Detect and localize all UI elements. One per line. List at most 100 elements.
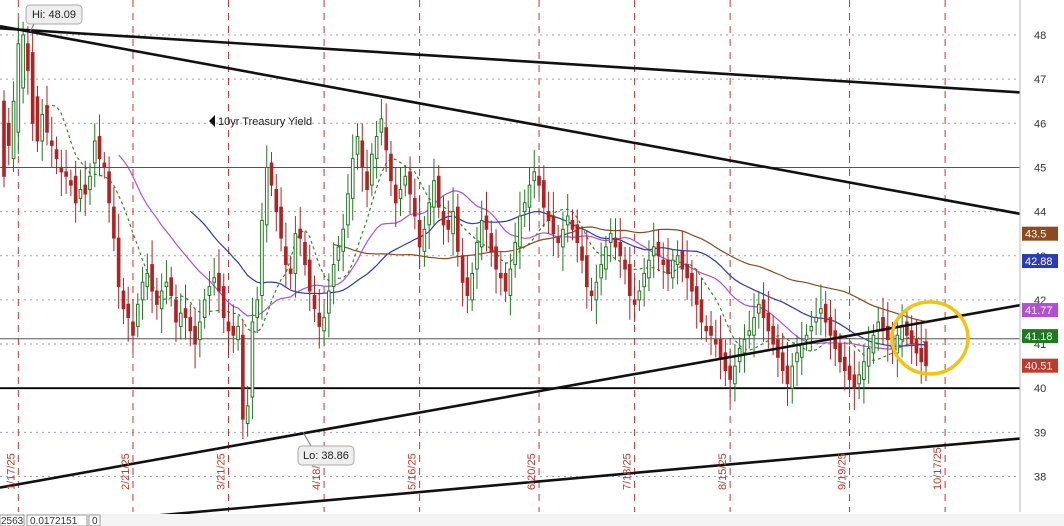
- candle-body: [690, 272, 694, 292]
- candle-body: [862, 361, 866, 380]
- status-cell-1: 2563: [1, 516, 24, 526]
- candle-body: [804, 334, 809, 341]
- candle-body: [623, 259, 627, 270]
- candle-body: [799, 343, 804, 358]
- candle-body: [64, 171, 68, 177]
- candle-body: [11, 100, 16, 160]
- y-tick-label: 39: [1034, 427, 1046, 439]
- candle-body: [924, 341, 928, 367]
- candle-body: [131, 321, 135, 336]
- x-tick-label: 7/18/25: [622, 453, 634, 490]
- candle-body: [427, 202, 431, 226]
- status-bar: 2563 0.0172151 0: [0, 514, 1064, 526]
- candle-body: [97, 136, 102, 160]
- candle-body: [871, 334, 876, 354]
- candle-body: [155, 290, 159, 305]
- candle-body: [183, 308, 188, 319]
- candle-body: [327, 290, 331, 314]
- candle-body: [45, 105, 49, 133]
- candle-body: [656, 242, 661, 257]
- candle-body: [613, 237, 618, 248]
- candle-body: [212, 277, 217, 283]
- candle-body: [580, 246, 584, 261]
- candle-body: [350, 158, 355, 199]
- candle-body: [842, 356, 847, 372]
- candle-body: [312, 294, 317, 310]
- candle-body: [135, 303, 140, 327]
- candle-body: [436, 175, 441, 208]
- candle-body: [231, 325, 236, 336]
- candle-body: [2, 100, 6, 177]
- candle-body: [756, 303, 761, 314]
- yield-chart: 3839404142434445464748 43.542.8841.7741.…: [0, 0, 1064, 526]
- candle-body: [140, 281, 145, 301]
- candle-body: [680, 250, 685, 270]
- candle-body: [221, 286, 226, 319]
- candle-body: [83, 184, 88, 195]
- candle-body: [346, 193, 350, 226]
- candle-body: [59, 166, 64, 173]
- y-tick-label: 46: [1034, 118, 1046, 130]
- candle-body: [49, 140, 54, 146]
- candle-body: [694, 286, 699, 305]
- price-badge-label: 43.5: [1025, 229, 1046, 241]
- candle-body: [570, 219, 575, 230]
- x-tick-label: 1/17/25: [5, 453, 17, 490]
- candle-body: [632, 299, 637, 305]
- candle-body: [823, 303, 828, 323]
- candle-body: [40, 113, 45, 142]
- candle-body: [432, 180, 436, 208]
- candle-body: [508, 268, 513, 296]
- candle-body: [642, 272, 646, 288]
- candle-body: [408, 171, 412, 195]
- candle-body: [809, 325, 814, 332]
- candle-body: [78, 189, 83, 199]
- candle-body: [92, 140, 97, 164]
- candle-body: [919, 347, 924, 363]
- y-tick-label: 44: [1034, 207, 1046, 219]
- candle-body: [637, 290, 642, 301]
- x-tick-label: 6/20/25: [526, 453, 538, 490]
- y-tick-label: 45: [1034, 162, 1046, 174]
- candle-body: [780, 352, 785, 372]
- candle-body: [121, 290, 126, 310]
- candle-body: [785, 365, 790, 385]
- candle-body: [355, 136, 360, 155]
- candle-body: [537, 175, 541, 186]
- candle-body: [365, 171, 369, 191]
- candle-body: [608, 233, 613, 244]
- candle-body: [565, 215, 570, 226]
- candle-body: [718, 339, 723, 358]
- candle-body: [819, 308, 823, 314]
- candle-body: [494, 246, 498, 270]
- candle-body: [479, 219, 484, 248]
- candle-body: [618, 242, 623, 257]
- candle-body: [685, 264, 689, 279]
- candle-body: [16, 43, 21, 133]
- candle-body: [422, 228, 427, 252]
- candle-body: [264, 166, 269, 226]
- candle-body: [159, 290, 164, 310]
- candle-body: [198, 321, 202, 341]
- candle-body: [307, 259, 312, 292]
- candle-body: [188, 317, 193, 332]
- candle-body: [35, 96, 40, 142]
- status-cell-2: 0.0172151: [30, 516, 78, 526]
- candle-body: [766, 312, 771, 332]
- status-bar-bg: [0, 514, 1064, 526]
- candle-body: [556, 237, 560, 244]
- candle-body: [217, 272, 221, 292]
- candle-body: [88, 175, 92, 191]
- candle-body: [6, 122, 11, 146]
- candle-body: [475, 242, 479, 270]
- candle-body: [288, 268, 293, 274]
- candle-body: [446, 219, 451, 230]
- candle-body: [145, 272, 150, 288]
- candle-body: [298, 228, 303, 239]
- candle-body: [585, 255, 589, 288]
- candle-body: [250, 321, 255, 398]
- candle-body: [575, 224, 580, 244]
- candle-body: [260, 219, 264, 296]
- candle-body: [389, 153, 393, 182]
- candle-body: [713, 339, 718, 345]
